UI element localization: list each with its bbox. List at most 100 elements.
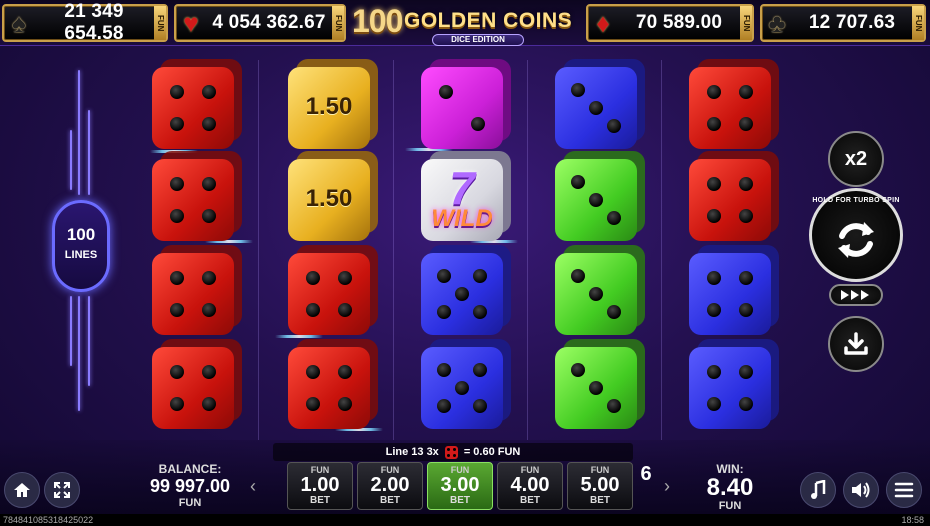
die-symbol [152,151,242,241]
die-pip [169,303,184,318]
logo-number: 100 [352,3,403,39]
win-line-info: Line 13 3x = 0.60 FUN [273,443,633,461]
die-pip [739,270,754,285]
home-button[interactable] [4,472,40,508]
die-face [689,347,771,429]
jackpot-bar: ♠ 21 349 654.58 FUN ♥ 4 054 362.67 FUN 1… [0,0,930,46]
die-pip [570,174,585,189]
die-face [689,253,771,335]
die-pip [455,381,469,395]
die-face [152,253,234,335]
fullscreen-button[interactable] [44,472,80,508]
die-pip [338,364,353,379]
bet-option[interactable]: FUN 2.00 BET [357,462,423,510]
session-id: 7848410853184250​22 [3,515,94,525]
die-symbol [689,59,779,149]
win-currency: FUN [718,500,742,512]
die-face [421,347,503,429]
jackpot-value: 70 589.00 [635,12,723,33]
die-pip [473,305,488,320]
bet-option[interactable]: 6 [637,462,655,510]
jackpot-spade: ♠ 21 349 654.58 FUN [2,1,168,44]
die-pip [169,397,184,412]
die-pip [570,268,585,283]
die-pip [436,399,451,414]
menu-button[interactable] [886,472,922,508]
autoplay-button[interactable] [828,316,884,372]
bet-value: 1.00 [300,474,340,496]
multiplier-label: x2 [844,147,868,170]
die-pip [169,364,184,379]
diamond-icon: ♦ [596,8,610,38]
die-symbol [689,339,779,429]
die-face: 7 WILD [421,159,503,241]
jackpot-currency-tag: FUN [332,6,344,40]
spin-button[interactable]: HOLD FOR TURBO SPIN [809,188,903,282]
jackpot-value: 12 707.63 [808,12,896,33]
bet-value: 6 [640,463,652,485]
jackpot-value: 21 349 654.58 [64,1,124,44]
die-pip [706,209,721,224]
spin-hint: HOLD FOR TURBO SPIN [812,197,900,204]
win-line-text: Line 13 3x [385,446,439,458]
bet-prev-button[interactable]: ‹ [250,476,256,497]
bet-label: BET [380,495,400,506]
die-face [555,67,637,149]
jackpot-diamond: ♦ 70 589.00 FUN [586,4,754,42]
game-stage: ♠ 21 349 654.58 FUN ♥ 4 054 362.67 FUN 1… [0,0,930,526]
bet-label: BET [450,495,470,506]
die-pip [607,305,622,320]
die-pip [607,119,622,134]
bet-option[interactable]: FUN 3.00 BET [427,462,493,510]
win-line-payout: = 0.60 FUN [463,446,521,458]
die-face [555,253,637,335]
die-face [152,159,234,241]
fast-forward-icon [841,290,869,300]
die-symbol [152,245,242,335]
die-symbol [555,59,645,149]
balance-amount: 99 997.00 [149,476,231,496]
die-pip [436,268,451,283]
logo-title: GOLDEN COINS [404,9,573,32]
die-pip [202,117,217,132]
coin-value-label: 1.50 [305,93,353,120]
neon-line [78,70,80,195]
die-pip [305,303,320,318]
bet-option[interactable]: FUN 1.00 BET [287,462,353,510]
die-pip [438,84,453,99]
die-symbol [689,151,779,241]
die-pip [169,84,184,99]
die-pip [607,399,622,414]
home-icon [14,483,30,497]
die-pip [436,305,451,320]
multiplier-button[interactable]: x2 [828,131,884,187]
logo-subtitle: DICE EDITION [432,34,524,46]
bet-next-button[interactable]: › [664,476,670,497]
reel-separator [661,60,662,440]
fullscreen-icon [54,482,70,498]
lines-count: 100 [66,225,96,244]
die-pip [169,117,184,132]
bet-option[interactable]: FUN 4.00 BET [497,462,563,510]
sound-button[interactable] [843,472,879,508]
die-symbol: 7 WILD [421,151,511,241]
spade-icon: ♠ [12,8,26,38]
die-pip [706,364,721,379]
die-symbol [288,245,378,335]
die-pip [739,117,754,132]
neon-line [88,296,90,386]
bet-option[interactable]: FUN 5.00 BET [567,462,633,510]
bet-label: BET [310,495,330,506]
bet-value: 4.00 [510,474,550,496]
die-pip [471,117,486,132]
jackpot-club: ♣ 12 707.63 FUN [760,4,926,42]
die-pip [739,84,754,99]
bet-label: BET [590,495,610,506]
music-button[interactable] [800,472,836,508]
die-pip [739,176,754,191]
win-display: WIN: 8.40 FUN [694,462,766,512]
bet-value: 2.00 [370,474,410,496]
die-pip [706,397,721,412]
turbo-button[interactable] [829,284,883,306]
die-pip [706,117,721,132]
